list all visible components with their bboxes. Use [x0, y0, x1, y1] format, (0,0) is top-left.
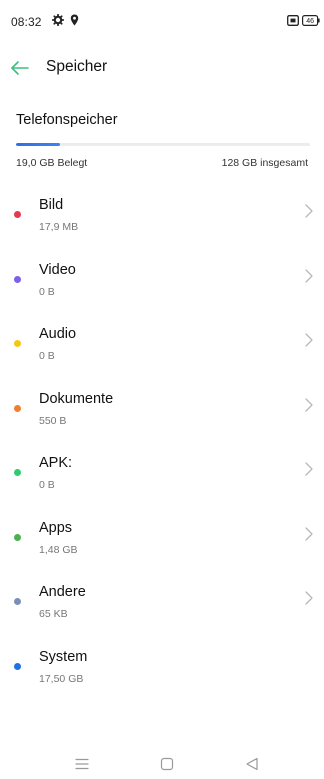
- category-size: 17,50 GB: [39, 672, 84, 685]
- app-bar: Speicher: [0, 48, 324, 88]
- battery-level: 46: [306, 18, 314, 25]
- category-name: Audio: [39, 326, 77, 342]
- system-navigation-bar: [0, 748, 324, 778]
- back-triangle-icon[interactable]: [242, 754, 262, 774]
- gear-icon: [51, 13, 65, 31]
- category-item-audio[interactable]: Audio 0 B: [0, 316, 324, 381]
- section-title: Telefonspeicher: [16, 112, 118, 128]
- storage-usage-fill: [16, 143, 61, 146]
- status-bar: 08:32 46: [0, 0, 324, 40]
- category-size: 1,48 GB: [39, 543, 78, 556]
- category-item-system: System 17,50 GB: [0, 639, 324, 704]
- category-color-dot: [14, 598, 21, 605]
- category-name: APK:: [39, 455, 73, 471]
- category-item-video[interactable]: Video 0 B: [0, 252, 324, 317]
- category-name: Video: [39, 261, 76, 278]
- category-color-dot: [14, 533, 21, 541]
- page-title: Speicher: [46, 58, 108, 75]
- category-size: 17,9 MB: [39, 221, 79, 233]
- category-color-dot: [14, 662, 21, 670]
- category-color-dot: [14, 340, 21, 347]
- category-item-apk[interactable]: APK: 0 B: [0, 445, 324, 510]
- chevron-right-icon: [302, 203, 316, 219]
- total-storage-label: 128 GB insgesamt: [221, 157, 308, 169]
- battery-icon: 46: [302, 13, 320, 31]
- category-color-dot: [14, 211, 21, 218]
- category-name: Dokumente: [39, 390, 114, 407]
- chevron-right-icon: [302, 268, 316, 284]
- category-name: Andere: [39, 584, 86, 600]
- category-size: 550 B: [39, 414, 67, 427]
- chevron-right-icon: [302, 332, 316, 348]
- chevron-right-icon: [302, 397, 316, 413]
- chevron-right-icon: [302, 526, 316, 542]
- category-color-dot: [14, 275, 21, 283]
- used-storage-label: 19,0 GB Belegt: [16, 157, 88, 169]
- category-item-andere[interactable]: Andere 65 KB: [0, 574, 324, 639]
- storage-usage-bar: [16, 143, 310, 146]
- category-size: 0 B: [39, 350, 55, 362]
- category-item-apps[interactable]: Apps 1,48 GB: [0, 510, 324, 575]
- category-size: 0 B: [39, 479, 55, 491]
- category-name: Apps: [39, 519, 73, 536]
- menu-icon[interactable]: [72, 754, 92, 774]
- home-square-icon[interactable]: [157, 754, 177, 774]
- location-pin-icon: [70, 13, 79, 31]
- arrow-left-icon[interactable]: [8, 56, 32, 80]
- category-size: 0 B: [39, 285, 55, 298]
- category-size: 65 KB: [39, 608, 68, 620]
- category-name: System: [39, 648, 88, 665]
- cast-icon: [287, 13, 299, 31]
- category-name: Bild: [39, 197, 64, 213]
- chevron-right-icon: [302, 590, 316, 606]
- chevron-right-icon: [302, 461, 316, 477]
- category-item-bild[interactable]: Bild 17,9 MB: [0, 187, 324, 252]
- category-color-dot: [14, 404, 21, 412]
- storage-category-list: Bild 17,9 MB Video 0 B Audio 0 B Dokumen…: [0, 187, 324, 703]
- category-item-dokumente[interactable]: Dokumente 550 B: [0, 381, 324, 446]
- status-time: 08:32: [11, 15, 42, 29]
- category-color-dot: [14, 469, 21, 476]
